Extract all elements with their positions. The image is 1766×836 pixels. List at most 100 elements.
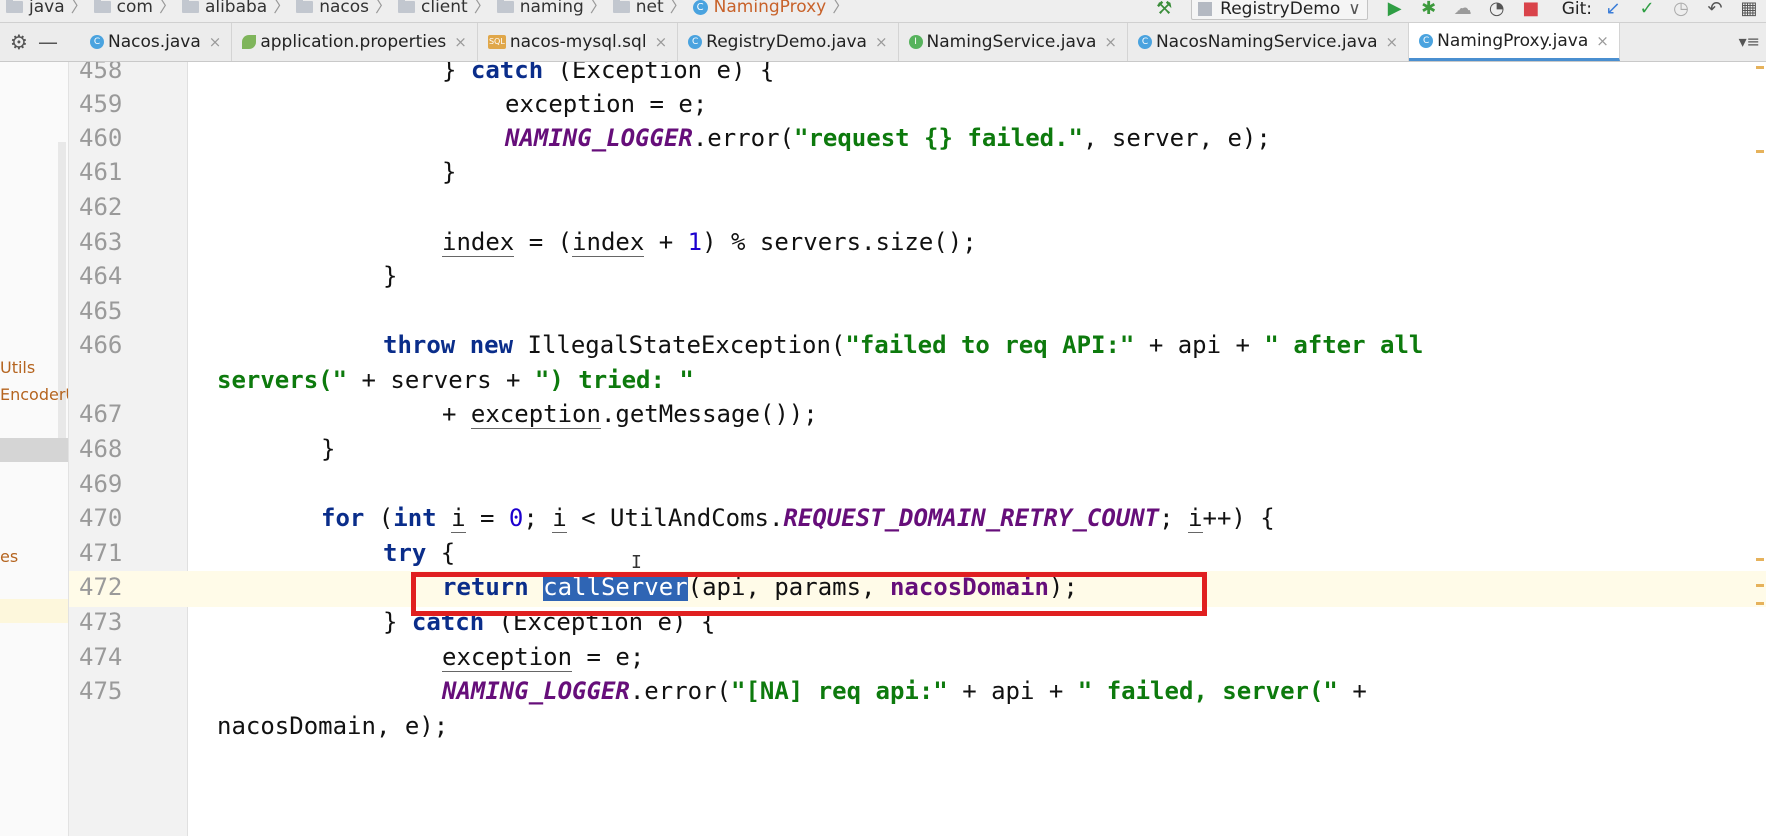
close-icon[interactable]: × xyxy=(1104,33,1117,51)
profile-icon[interactable]: ◔ xyxy=(1486,0,1508,19)
run-config-icon xyxy=(1198,2,1213,16)
line-number: 464 xyxy=(79,262,123,290)
tab-nacos-mysql-sql[interactable]: SQL nacos-mysql.sql × xyxy=(478,23,679,61)
undo-icon[interactable]: ↶ xyxy=(1704,0,1726,19)
breadcrumb-item-net[interactable]: net 〉 xyxy=(607,0,687,16)
stop-icon[interactable]: ■ xyxy=(1520,0,1542,19)
scroll-marker[interactable] xyxy=(1756,558,1764,561)
chevron-right-icon: 〉 xyxy=(375,0,393,17)
text-cursor-ibeam-icon: I xyxy=(631,552,642,573)
line-number: 465 xyxy=(79,297,123,325)
scroll-marker[interactable] xyxy=(1756,66,1764,69)
tab-namingproxy-java[interactable]: C NamingProxy.java × xyxy=(1409,23,1620,61)
code-line-466: throw new IllegalStateException("failed … xyxy=(383,331,1424,359)
line-number: 458 xyxy=(79,62,123,84)
code-line-474: exception = e; xyxy=(442,643,645,672)
code-line-461: } xyxy=(442,158,457,186)
run-configuration-select[interactable]: RegistryDemo ∨ xyxy=(1191,0,1368,20)
tab-application-properties[interactable]: application.properties × xyxy=(232,23,478,61)
class-icon: C xyxy=(688,35,703,49)
close-icon[interactable]: × xyxy=(209,33,222,51)
debug-icon[interactable]: ✱ xyxy=(1418,0,1440,19)
tabs-overflow-menu-icon[interactable]: ▾≡ xyxy=(1739,32,1760,51)
code-line-467: + exception.getMessage()); xyxy=(442,400,818,429)
chevron-down-icon: ∨ xyxy=(1348,0,1361,19)
close-icon[interactable]: × xyxy=(454,33,467,51)
close-icon[interactable]: × xyxy=(1386,33,1399,51)
class-icon: C xyxy=(1137,35,1152,49)
code-line-475: NAMING_LOGGER.error("[NA] req api:" + ap… xyxy=(442,677,1367,705)
interface-icon: I xyxy=(908,35,923,49)
close-icon[interactable]: × xyxy=(875,33,888,51)
close-icon[interactable]: × xyxy=(655,33,668,51)
annotation-highlight-box xyxy=(411,572,1207,616)
project-caret-row xyxy=(0,599,68,623)
project-item-encoder[interactable]: EncoderU xyxy=(0,385,68,404)
line-number: 467 xyxy=(79,400,123,428)
folder-icon xyxy=(181,0,199,13)
breadcrumb-item-alibaba[interactable]: alibaba 〉 xyxy=(176,0,290,16)
editor-scrollbar-markers[interactable] xyxy=(1754,62,1766,836)
tab-namingservice-java[interactable]: I NamingService.java × xyxy=(899,23,1128,61)
code-line-458: } catch (Exception e) { xyxy=(442,62,775,84)
tab-nacosnamingservice-java[interactable]: C NacosNamingService.java × xyxy=(1128,23,1410,61)
line-number: 473 xyxy=(79,608,123,636)
breadcrumb-item-nacos[interactable]: nacos 〉 xyxy=(290,0,392,16)
code-line-475-wrap: nacosDomain, e); xyxy=(217,712,449,740)
scroll-marker[interactable] xyxy=(1756,584,1764,587)
code-line-460: NAMING_LOGGER.error("request {} failed."… xyxy=(505,124,1271,152)
tab-registrydemo-java[interactable]: C RegistryDemo.java × xyxy=(678,23,899,61)
close-icon[interactable]: × xyxy=(1596,32,1609,50)
spring-leaf-icon xyxy=(242,35,257,49)
git-update-icon[interactable]: ↙ xyxy=(1602,0,1624,19)
minimize-icon[interactable]: — xyxy=(38,30,58,54)
scroll-marker[interactable] xyxy=(1756,602,1764,605)
chevron-right-icon: 〉 xyxy=(273,0,291,17)
layout-icon[interactable]: ▦ xyxy=(1738,0,1760,19)
tool-window-controls: ⚙ — xyxy=(0,23,72,61)
breadcrumb-item-com[interactable]: com 〉 xyxy=(88,0,176,16)
folder-icon xyxy=(398,0,416,13)
code-line-459: exception = e; xyxy=(505,90,708,118)
git-history-icon[interactable]: ◷ xyxy=(1670,0,1692,19)
run-icon[interactable]: ▶ xyxy=(1384,0,1406,19)
project-item-es[interactable]: es xyxy=(0,547,18,566)
gear-icon[interactable]: ⚙ xyxy=(10,30,28,54)
navigation-bar: java 〉 com 〉 alibaba 〉 nacos 〉 client 〉 namin… xyxy=(0,0,1766,23)
folder-icon xyxy=(296,0,314,13)
code-line-471: try { xyxy=(383,539,456,567)
code-editor[interactable]: 458 459 460 461 462 463 464 465 466 467 … xyxy=(69,62,1766,836)
editor-tab-bar: ⚙ — C Nacos.java × application.properties ×… xyxy=(0,23,1766,62)
scroll-marker[interactable] xyxy=(1756,150,1764,153)
sql-file-icon: SQL xyxy=(487,35,506,49)
line-number: 461 xyxy=(79,158,123,186)
chevron-right-icon: 〉 xyxy=(70,0,88,17)
folder-icon xyxy=(496,0,514,13)
git-commit-icon[interactable]: ✓ xyxy=(1636,0,1658,19)
folder-icon xyxy=(93,0,111,13)
folder-icon xyxy=(612,0,630,13)
project-selected-row[interactable] xyxy=(0,438,68,462)
chevron-right-icon: 〉 xyxy=(473,0,491,17)
coverage-icon[interactable]: ☁ xyxy=(1452,0,1474,19)
class-icon: C xyxy=(692,0,708,15)
build-hammer-icon[interactable]: ⚒ xyxy=(1153,0,1175,19)
chevron-right-icon: 〉 xyxy=(832,0,850,17)
breadcrumb-item-client[interactable]: client 〉 xyxy=(392,0,491,16)
class-icon: C xyxy=(1419,33,1434,48)
folder-icon xyxy=(6,0,23,13)
chevron-right-icon: 〉 xyxy=(589,0,607,17)
editor-tabs: C Nacos.java × application.properties × SQL… xyxy=(80,23,1620,61)
breadcrumb-item-naming[interactable]: naming 〉 xyxy=(491,0,607,16)
line-number: 460 xyxy=(79,124,123,152)
code-line-464: } xyxy=(383,262,398,290)
line-number: 472 xyxy=(79,573,123,601)
main-toolbar: ⚒ RegistryDemo ∨ ▶ ✱ ☁ ◔ ■ Git: ↙ ✓ ◷ ↶ … xyxy=(1147,0,1766,20)
breadcrumb: java 〉 com 〉 alibaba 〉 nacos 〉 client 〉 namin… xyxy=(0,0,849,16)
line-number: 468 xyxy=(79,435,123,463)
breadcrumb-item-java[interactable]: java 〉 xyxy=(0,0,88,16)
chevron-right-icon: 〉 xyxy=(158,0,176,17)
tab-nacos-java[interactable]: C Nacos.java × xyxy=(80,23,233,61)
project-item-utils[interactable]: Utils xyxy=(0,358,35,377)
breadcrumb-item-namingproxy[interactable]: C NamingProxy 〉 xyxy=(687,0,850,17)
